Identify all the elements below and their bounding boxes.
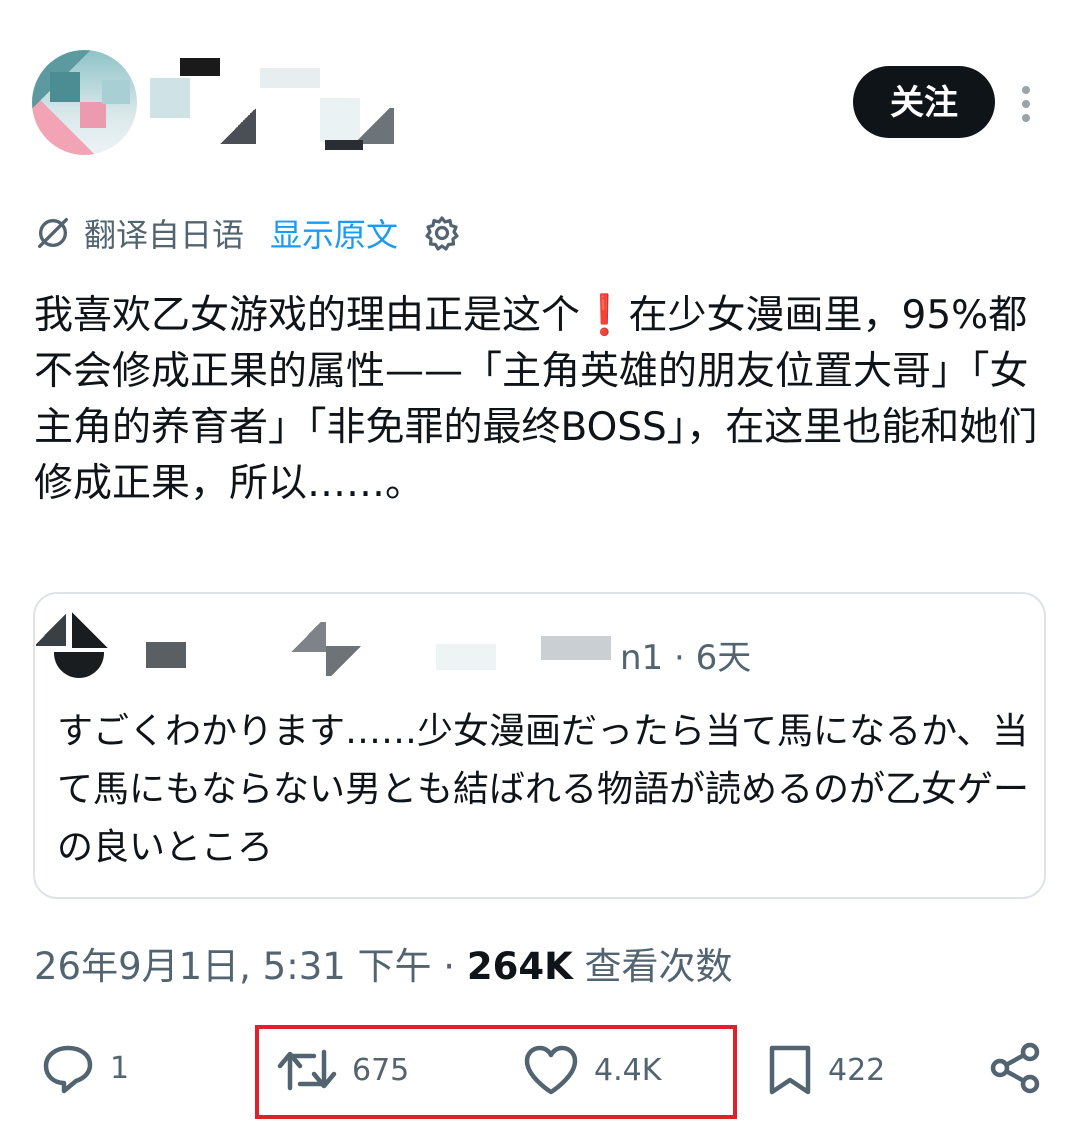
tweet-text: 我喜欢乙女游戏的理由正是这个❗在少女漫画里，95%都不会修成正果的属性——「主角… [34, 293, 1038, 506]
bookmark-count: 422 [828, 1052, 886, 1088]
quoted-meta: n1 · 6天 [620, 638, 752, 678]
gear-icon[interactable] [422, 213, 462, 253]
bookmark-button[interactable]: 422 [766, 1040, 885, 1100]
quoted-time: 6天 [695, 638, 752, 678]
translation-bar: 翻译自日语 显示原文 [34, 208, 462, 258]
highlight-annotation-box [255, 1025, 737, 1119]
quoted-handle-fragment: n1 [620, 638, 664, 678]
view-count-label: 查看次数 [584, 945, 733, 988]
view-count: 264K [466, 945, 573, 988]
share-icon [990, 1042, 1040, 1094]
reply-icon [43, 1045, 93, 1094]
show-original-link[interactable]: 显示原文 [270, 210, 398, 256]
tweet-datetime[interactable]: 26年9月1日, 5:31 下午 [34, 945, 432, 988]
censored-username [150, 58, 420, 153]
more-options-icon[interactable] [1016, 86, 1036, 126]
bookmark-icon [769, 1045, 811, 1095]
share-button[interactable] [988, 1038, 1044, 1098]
reply-button[interactable]: 1 [40, 1038, 129, 1098]
reply-count: 1 [110, 1050, 130, 1086]
quoted-tweet-text: すごくわかります……少女漫画だったら当て馬になるか、当て馬にもならない男とも結ば… [57, 711, 1030, 868]
avatar[interactable] [32, 50, 137, 155]
translate-icon [38, 218, 68, 248]
follow-button[interactable]: 关注 [853, 66, 995, 138]
translated-from-label: 翻译自日语 [84, 216, 245, 254]
tweet-meta: 26年9月1日, 5:31 下午 · 264K 查看次数 [34, 945, 733, 988]
